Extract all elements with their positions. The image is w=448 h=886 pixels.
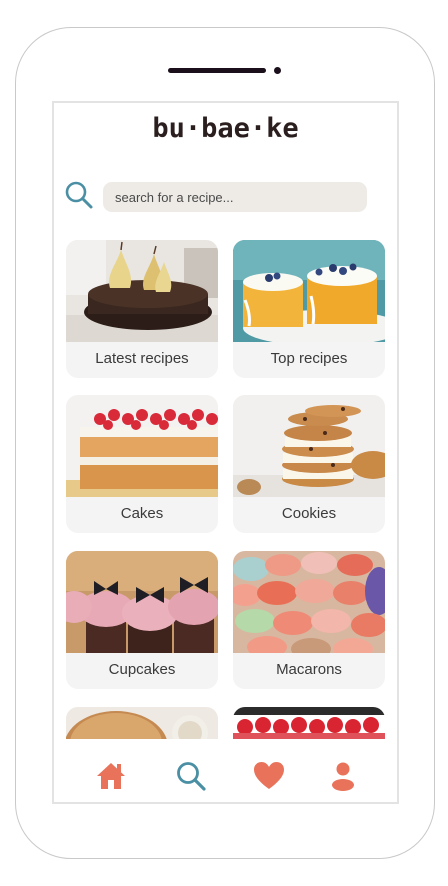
category-card-top-recipes[interactable]: Top recipes [233, 240, 385, 378]
category-label: Cookies [281, 505, 337, 522]
app-screen: bu·bae·ke search for a recipe... Latest … [52, 101, 399, 804]
category-grid: Latest recipes Top recipes Cakes Cookies… [54, 103, 397, 802]
category-label: Latest recipes [95, 350, 189, 367]
heart-icon[interactable] [252, 759, 286, 793]
category-card-latest-recipes[interactable]: Latest recipes [66, 240, 218, 378]
category-card-cupcakes[interactable]: Cupcakes [66, 551, 218, 689]
nav-search-icon[interactable] [174, 759, 208, 793]
top-recipes-image [233, 240, 385, 342]
cupcakes-image [66, 551, 218, 653]
category-card-cookies[interactable]: Cookies [233, 395, 385, 533]
category-label: Cupcakes [108, 661, 176, 678]
latest-recipes-image [66, 240, 218, 342]
category-card-macarons[interactable]: Macarons [233, 551, 385, 689]
user-icon[interactable] [326, 759, 360, 793]
category-label: Top recipes [270, 350, 348, 367]
category-label: Cakes [120, 505, 164, 522]
macarons-image [233, 551, 385, 653]
phone-camera [274, 67, 281, 74]
category-card-cakes[interactable]: Cakes [66, 395, 218, 533]
phone-speaker [168, 68, 266, 73]
cakes-image [66, 395, 218, 497]
cookies-image [233, 395, 385, 497]
category-label: Macarons [276, 661, 342, 678]
home-icon[interactable] [94, 759, 128, 793]
bottom-nav [54, 739, 397, 802]
